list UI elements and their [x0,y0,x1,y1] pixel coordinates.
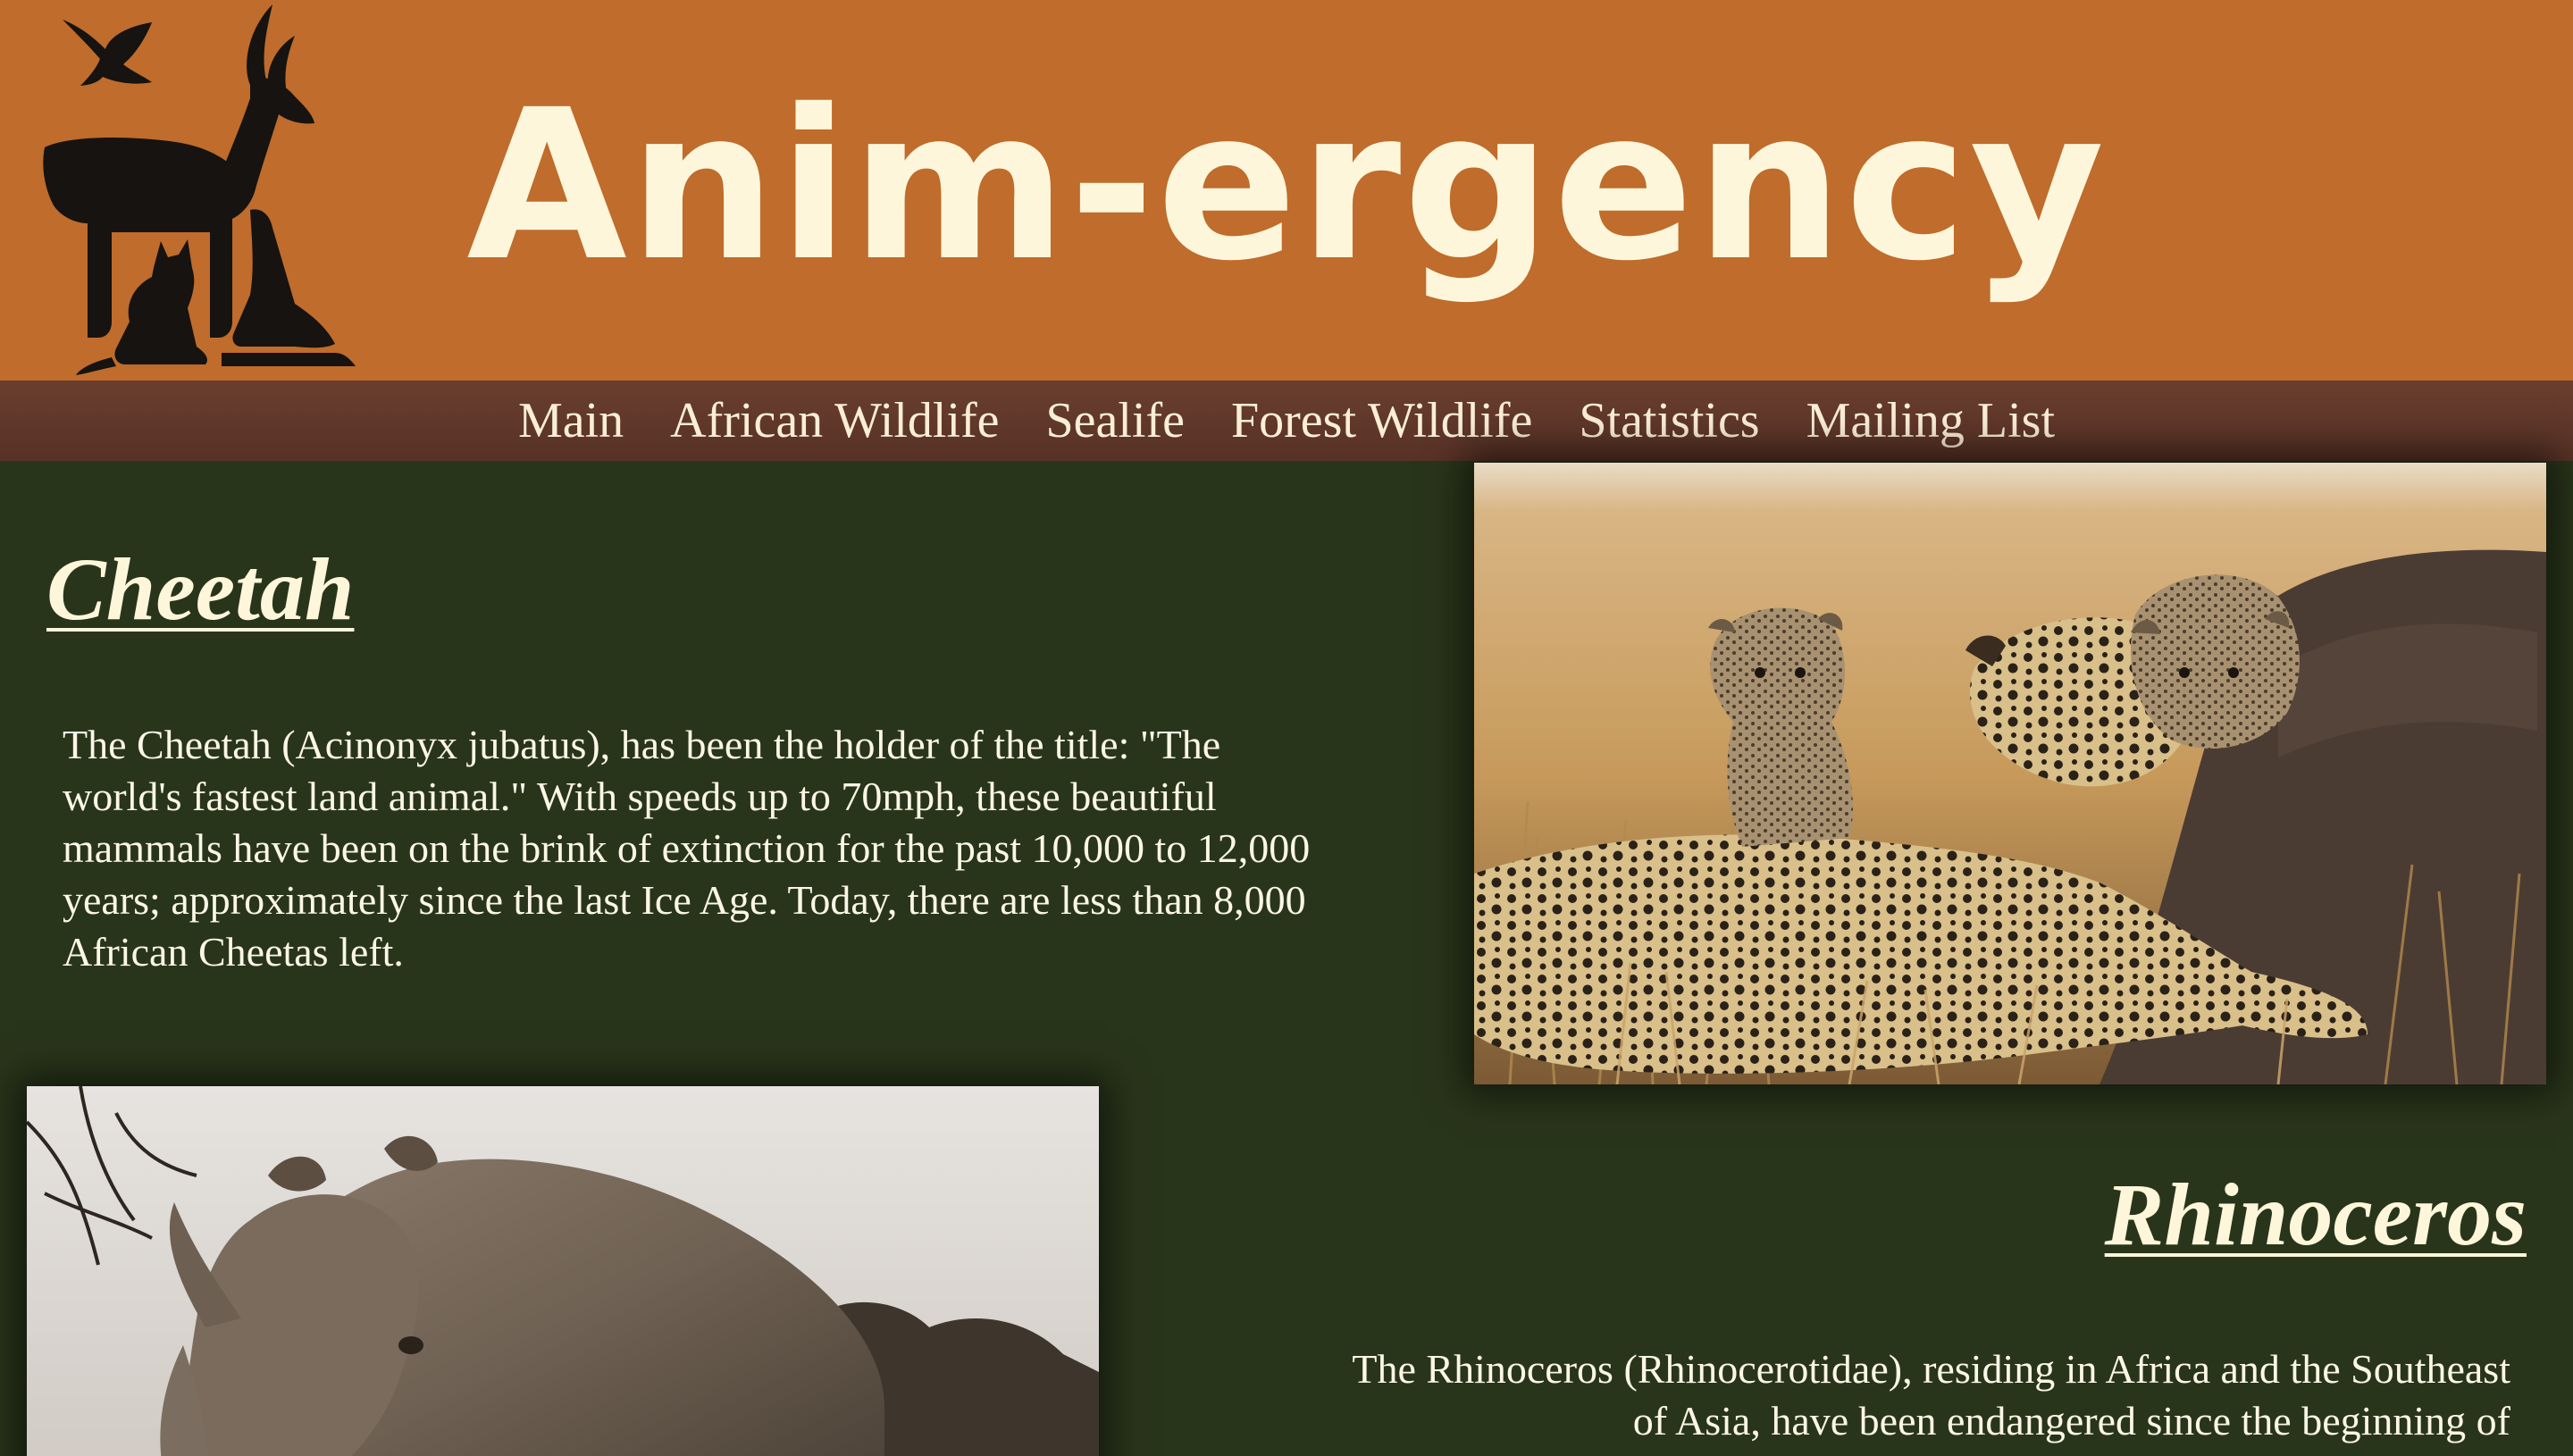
cheetah-photo [1474,463,2546,1084]
nav-item-main[interactable]: Main [518,393,624,448]
nav-item-forest-wildlife[interactable]: Forest Wildlife [1231,393,1532,448]
site-title: Anim-ergency [466,65,2107,306]
cheetah-description: The Cheetah (Acinonyx jubatus), has been… [63,722,1311,975]
cheetah-heading: Cheetah [46,540,355,639]
nav-item-sealife[interactable]: Sealife [1046,393,1185,448]
rhinoceros-heading: Rhinoceros [2104,1165,2527,1264]
nav-item-african-wildlife[interactable]: African Wildlife [670,393,999,448]
main-nav: Main African Wildlife Sealife Forest Wildli… [0,381,2573,461]
nav-item-statistics[interactable]: Statistics [1579,393,1759,448]
site-header: Anim-ergency [0,0,2573,381]
rhinoceros-description: The Rhinoceros (Rhinocerotidae), residin… [1352,1346,2510,1443]
nav-item-mailing-list[interactable]: Mailing List [1806,393,2055,448]
rhinoceros-photo [27,1086,1099,1456]
